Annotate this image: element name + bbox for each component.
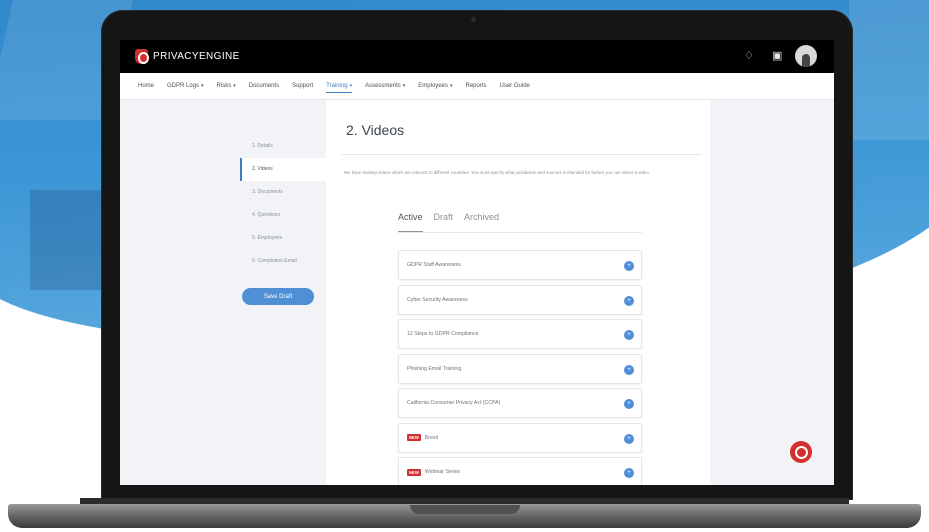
chevron-down-icon: ▾ bbox=[201, 83, 204, 89]
menu-item-label: Documents bbox=[248, 83, 280, 89]
menu-item-assessments[interactable]: Assessments ▾ bbox=[365, 80, 405, 92]
laptop-camera bbox=[471, 17, 476, 22]
menu-item-risks[interactable]: Risks ▾ bbox=[217, 80, 236, 92]
menu-item-label: Reports bbox=[465, 83, 487, 89]
brand-logo[interactable]: PRIVACYENGINE bbox=[135, 48, 240, 65]
menu-item-reports[interactable]: Reports bbox=[466, 80, 487, 92]
new-badge: NEW bbox=[407, 468, 421, 476]
chevron-down-icon: ▾ bbox=[349, 82, 353, 89]
wizard-step[interactable]: 6. Completion Email bbox=[240, 250, 330, 273]
main-content-card: 2. Videos We have training videos which … bbox=[326, 100, 710, 485]
menu-item-label: Training bbox=[326, 82, 348, 89]
bell-icon[interactable]: ♢ bbox=[744, 49, 754, 63]
menu-item-label: User Guide bbox=[499, 83, 530, 89]
list-item[interactable]: California Consumer Privacy Act (CCPA) + bbox=[398, 388, 642, 418]
video-title: Brexit bbox=[424, 434, 439, 441]
list-item[interactable]: NEW Webinar Series + bbox=[398, 457, 642, 485]
video-status-tabs: Active Draft Archived bbox=[398, 212, 510, 233]
plus-icon[interactable]: + bbox=[624, 364, 634, 375]
gift-icon[interactable]: ▣ bbox=[772, 49, 782, 63]
menu-item-user-guide[interactable]: User Guide bbox=[500, 80, 530, 92]
divider bbox=[398, 232, 642, 233]
plus-icon[interactable]: + bbox=[624, 261, 634, 271]
list-item[interactable]: 12 Steps to GDPR Compliance + bbox=[398, 319, 642, 349]
avatar[interactable] bbox=[795, 45, 817, 67]
wizard-steps: 1. Details 2. Videos 3. Documents 4. Questi… bbox=[240, 135, 330, 273]
list-item[interactable]: Cyber Security Awareness + bbox=[398, 284, 642, 315]
main-menu: Home GDPR Logs ▾ Risks ▾ Documents Support Trai… bbox=[120, 73, 834, 100]
menu-item-training[interactable]: Training ▾ bbox=[326, 80, 353, 93]
brand-name: PRIVACYENGINE bbox=[153, 51, 240, 62]
video-title: Webinar Series bbox=[424, 469, 461, 475]
plus-icon[interactable]: + bbox=[624, 295, 634, 306]
app-screen: PRIVACYENGINE ♢ ▣ Home GDPR Logs ▾ Risks ▾ Do… bbox=[120, 40, 834, 485]
menu-item-label: Risks bbox=[216, 83, 232, 89]
wizard-step[interactable]: 1. Details bbox=[240, 135, 330, 158]
menu-item-label: Support bbox=[292, 83, 314, 89]
page-title: 2. Videos bbox=[346, 122, 405, 138]
menu-item-support[interactable]: Support bbox=[292, 80, 313, 92]
save-draft-button[interactable]: Save Draft bbox=[242, 288, 314, 305]
video-title: GDPR Staff Awareness bbox=[407, 262, 461, 268]
chat-icon[interactable] bbox=[790, 441, 812, 463]
menu-item-label: GDPR Logs bbox=[167, 83, 200, 89]
video-title: Phishing Email Training bbox=[407, 365, 462, 372]
plus-icon[interactable]: + bbox=[624, 330, 634, 340]
tab-active[interactable]: Active bbox=[398, 212, 423, 233]
wizard-step[interactable]: 4. Questions bbox=[240, 204, 330, 227]
laptop-notch bbox=[410, 505, 520, 514]
divider bbox=[342, 154, 702, 155]
list-item[interactable]: GDPR Staff Awareness + bbox=[398, 250, 642, 280]
list-item[interactable]: NEW Brexit + bbox=[398, 422, 642, 453]
plus-icon[interactable]: + bbox=[624, 433, 634, 444]
brand-logo-mark bbox=[135, 49, 149, 64]
tab-draft[interactable]: Draft bbox=[434, 212, 454, 233]
video-title: California Consumer Privacy Act (CCPA) bbox=[407, 400, 501, 406]
menu-item-label: Home bbox=[138, 83, 155, 89]
new-badge: NEW bbox=[407, 434, 421, 441]
video-title: 12 Steps to GDPR Compliance bbox=[407, 331, 479, 337]
menu-item-documents[interactable]: Documents bbox=[249, 80, 279, 92]
menu-item-employees[interactable]: Employees ▾ bbox=[418, 80, 452, 92]
video-title: Cyber Security Awareness bbox=[407, 296, 468, 303]
page-description: We have training videos which are releva… bbox=[344, 170, 650, 175]
menu-item-gdpr-logs[interactable]: GDPR Logs ▾ bbox=[167, 80, 204, 92]
wizard-step[interactable]: 2. Videos bbox=[240, 158, 330, 181]
list-item[interactable]: Phishing Email Training + bbox=[398, 353, 642, 384]
plus-icon[interactable]: + bbox=[624, 468, 634, 478]
wizard-step[interactable]: 3. Documents bbox=[240, 181, 330, 204]
wizard-step[interactable]: 5. Employees bbox=[240, 227, 330, 250]
video-list: GDPR Staff Awareness + Cyber Security Awar… bbox=[398, 250, 642, 485]
chevron-down-icon: ▾ bbox=[233, 83, 236, 89]
menu-item-home[interactable]: Home bbox=[138, 80, 154, 92]
background-shape bbox=[849, 0, 929, 140]
chevron-down-icon: ▾ bbox=[402, 83, 406, 89]
plus-icon[interactable]: + bbox=[624, 399, 634, 409]
chevron-down-icon: ▾ bbox=[449, 83, 453, 89]
menu-item-label: Employees bbox=[418, 83, 448, 89]
menu-item-label: Assessments bbox=[365, 83, 401, 89]
tab-archived[interactable]: Archived bbox=[464, 212, 499, 233]
top-navbar: PRIVACYENGINE ♢ ▣ bbox=[120, 40, 834, 73]
